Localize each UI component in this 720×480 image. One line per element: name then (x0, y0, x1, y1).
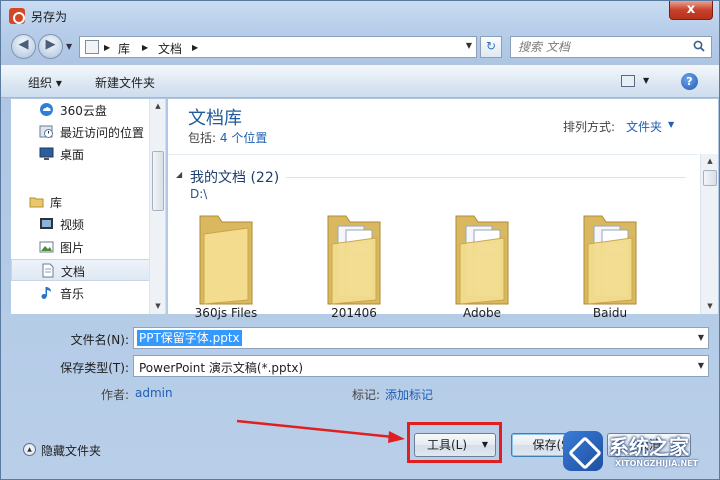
watermark-text: 系统之家 (609, 435, 689, 459)
watermark-logo: 系统之家 XITONGZHIJIA.NET (557, 425, 717, 479)
watermark-badge-icon (563, 431, 603, 471)
annotation-arrow (236, 419, 405, 443)
watermark-subtext: XITONGZHIJIA.NET (615, 459, 699, 468)
save-as-dialog: 另存为 x ◀ ▶ ▼ ▶ 库 ▶ 文档 ▶ ▼ ↻ 组织 ▾ 新建文件夹 ▼ … (0, 0, 720, 480)
